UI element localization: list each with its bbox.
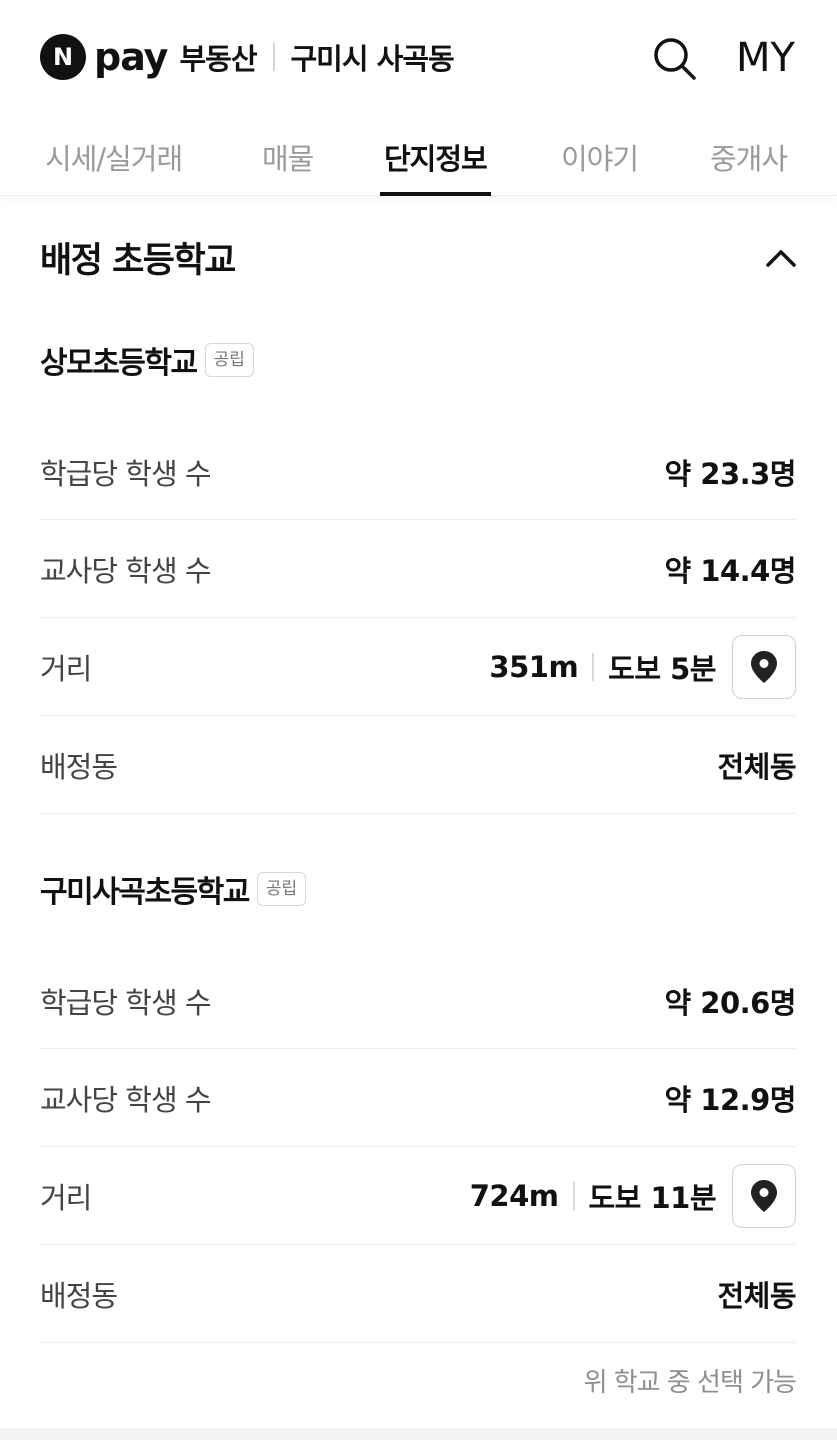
row-value: 약 23.3명 [664,456,796,491]
my-page-button[interactable]: MY [736,34,795,82]
students-per-teacher-row: 교사당 학생 수 약 14.4명 [40,520,796,618]
distance-info: 351m 도보 5분 [489,634,796,699]
distance-meters: 351m [489,649,579,684]
pay-logo-text: pay [94,35,168,79]
section-title: 배정 초등학교 [40,241,236,281]
distance-row: 거리 351m 도보 5분 [40,618,796,716]
map-pin-icon [751,1179,777,1212]
assigned-dong-row: 배정동 전체동 [40,1245,796,1343]
distance-divider [592,652,595,681]
row-value: 전체동 [717,1278,796,1313]
school-header: 구미사곡초등학교 공립 [40,867,796,911]
section-divider-strip [0,1428,837,1440]
tab-label: 단지정보 [384,142,488,176]
row-label: 학급당 학생 수 [40,985,212,1020]
row-label: 교사당 학생 수 [40,553,212,588]
naver-n-logo: N [40,34,86,80]
distance-row: 거리 724m 도보 11분 [40,1147,796,1245]
row-value: 약 20.6명 [664,985,796,1020]
students-per-class-row: 학급당 학생 수 약 23.3명 [40,424,796,520]
walking-time: 도보 11분 [588,1180,717,1215]
header-divider [272,43,275,71]
row-value: 전체동 [717,749,796,784]
school-card: 구미사곡초등학교 공립 학급당 학생 수 약 20.6명 교사당 학생 수 약 … [40,867,796,1343]
collapse-button[interactable] [761,238,801,278]
distance-divider [572,1181,575,1210]
school-card: 상모초등학교 공립 학급당 학생 수 약 23.3명 교사당 학생 수 약 14… [40,338,796,814]
row-value: 약 14.4명 [664,553,796,588]
naver-pay-real-estate-logo[interactable]: N pay 부동산 구미시 사곡동 [40,34,455,80]
app-header: N pay 부동산 구미시 사곡동 MY [0,0,837,112]
row-label: 배정동 [40,1278,118,1313]
school-name: 상모초등학교 [40,346,198,381]
map-location-button[interactable] [732,634,796,699]
active-tab-indicator [380,192,491,196]
school-name: 구미사곡초등학교 [40,875,250,910]
students-per-class-row: 학급당 학생 수 약 20.6명 [40,953,796,1049]
tab-agents[interactable]: 중개사 [710,136,788,196]
tab-listings[interactable]: 매물 [262,136,314,196]
tab-label: 매물 [262,142,314,176]
map-pin-icon [751,650,777,683]
tab-stories[interactable]: 이야기 [561,136,639,196]
school-type-badge: 공립 [256,872,307,906]
search-button[interactable] [650,34,698,82]
students-per-teacher-row: 교사당 학생 수 약 12.9명 [40,1049,796,1147]
tab-price[interactable]: 시세/실거래 [45,136,183,196]
map-location-button[interactable] [732,1163,796,1228]
row-label: 거리 [40,651,92,686]
row-value: 약 12.9명 [664,1082,796,1117]
row-label: 배정동 [40,749,118,784]
row-label: 학급당 학생 수 [40,456,212,491]
tab-label: 이야기 [561,142,639,176]
assigned-dong-row: 배정동 전체동 [40,716,796,814]
region-title[interactable]: 구미시 사곡동 [291,36,455,78]
school-header: 상모초등학교 공립 [40,338,796,382]
selection-footnote: 위 학교 중 선택 가능 [583,1368,797,1398]
tab-label: 중개사 [710,142,788,176]
search-icon [654,38,696,80]
distance-info: 724m 도보 11분 [469,1163,796,1228]
distance-meters: 724m [469,1178,559,1213]
row-label: 거리 [40,1180,92,1215]
tab-label: 시세/실거래 [45,142,183,176]
row-label: 교사당 학생 수 [40,1082,212,1117]
chevron-up-icon [766,250,796,267]
school-type-badge: 공립 [204,343,254,377]
tab-complex-info[interactable]: 단지정보 [380,136,491,196]
walking-time: 도보 5분 [608,651,716,686]
service-name: 부동산 [179,42,257,76]
tab-bar: 시세/실거래 매물 단지정보 이야기 중개사 [0,112,837,196]
